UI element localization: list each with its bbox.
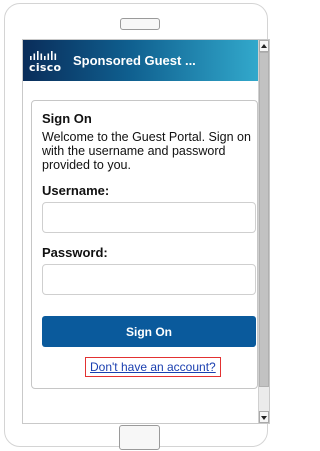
- cisco-logo-text: cisco: [29, 60, 62, 74]
- welcome-text: Welcome to the Guest Portal. Sign on wit…: [42, 130, 251, 172]
- username-label: Username:: [42, 183, 110, 198]
- scrollbar-thumb[interactable]: [259, 52, 269, 387]
- page-title: Sponsored Guest ...: [73, 53, 196, 68]
- phone-home-button: [119, 425, 160, 450]
- vertical-scrollbar[interactable]: [258, 40, 269, 423]
- sign-on-card: Sign On Welcome to the Guest Portal. Sig…: [31, 100, 258, 389]
- username-field[interactable]: [42, 202, 256, 233]
- create-account-link[interactable]: Don't have an account?: [85, 357, 221, 377]
- scroll-down-arrow-icon[interactable]: [259, 411, 269, 423]
- cisco-bars-icon: [30, 50, 57, 60]
- browser-screen: cisco Sponsored Guest ... Sign On Welcom…: [22, 39, 270, 424]
- portal-header: cisco Sponsored Guest ...: [23, 40, 259, 81]
- password-field[interactable]: [42, 264, 256, 295]
- sign-on-heading: Sign On: [42, 111, 92, 126]
- phone-frame: cisco Sponsored Guest ... Sign On Welcom…: [4, 3, 270, 450]
- cisco-logo-icon: cisco: [29, 48, 62, 74]
- sign-on-button[interactable]: Sign On: [42, 316, 256, 347]
- password-label: Password:: [42, 245, 108, 260]
- phone-speaker: [120, 18, 160, 30]
- scroll-up-arrow-icon[interactable]: [259, 40, 269, 52]
